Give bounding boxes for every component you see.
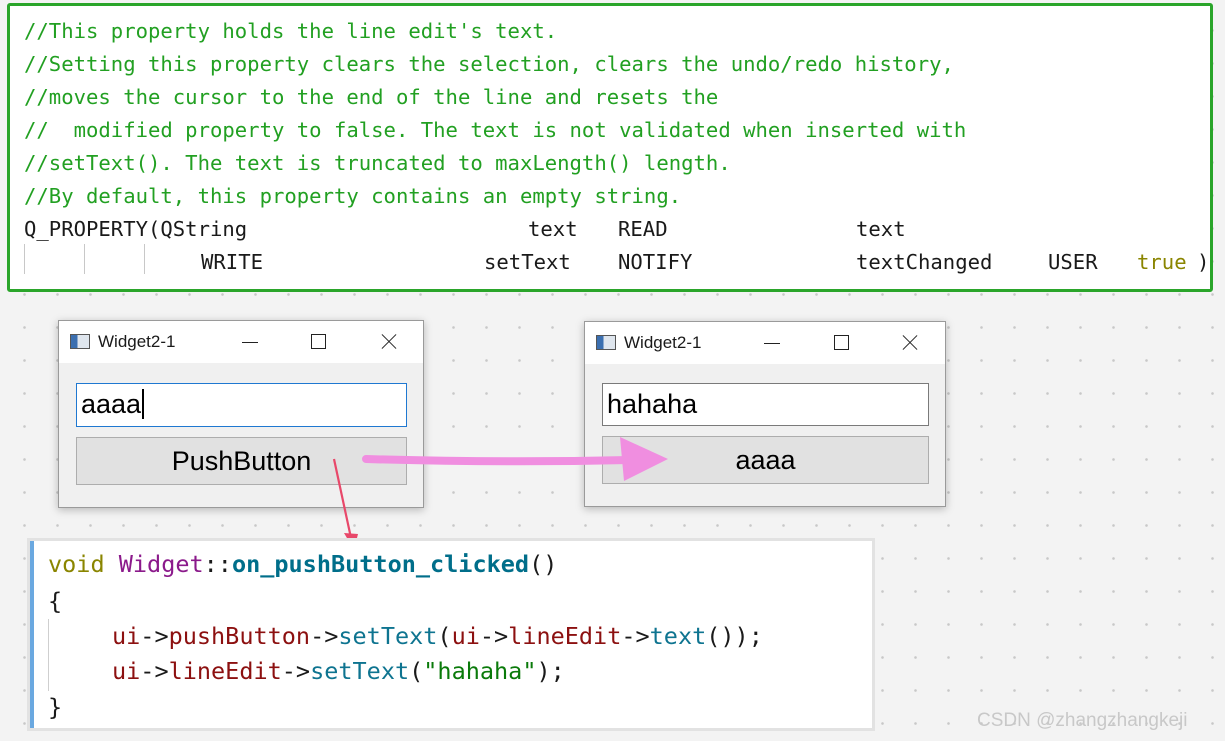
close-brace: } <box>48 693 63 721</box>
slot-code-block: void Widget::on_pushButton_clicked() { u… <box>30 541 872 728</box>
statement-end: ); <box>536 657 565 685</box>
method-settext: setText <box>338 622 438 650</box>
watermark: CSDN @zhangzhangkeji <box>977 710 1188 731</box>
code-line-settext-lineedit: ui->lineEdit->setText("hahaha"); <box>112 653 565 689</box>
code-line-settext-button: ui->pushButton->setText(ui->lineEdit->te… <box>112 618 763 654</box>
void-keyword: void <box>48 550 105 578</box>
ui-pointer: ui <box>112 622 141 650</box>
member-line-edit: lineEdit <box>508 622 622 650</box>
scope-operator: :: <box>203 550 232 578</box>
indent-guide <box>48 619 49 691</box>
member-line-edit: lineEdit <box>168 657 282 685</box>
paren: ( <box>409 657 424 685</box>
arrow-operator: -> <box>310 622 339 650</box>
red-arrow-icon <box>332 458 358 550</box>
arrow-operator: -> <box>140 657 169 685</box>
arrow-operator: -> <box>621 622 650 650</box>
statement-end: ()); <box>706 622 763 650</box>
arrow-operator: -> <box>281 657 311 685</box>
string-literal: "hahaha" <box>423 657 537 685</box>
arrow-operator: -> <box>479 622 509 650</box>
method-text: text <box>649 622 707 650</box>
slot-signature: void Widget::on_pushButton_clicked() <box>48 546 557 582</box>
pink-arrow-icon <box>362 437 668 481</box>
class-name: Widget <box>118 550 204 578</box>
arrow-operator: -> <box>140 622 169 650</box>
method-settext: setText <box>310 657 410 685</box>
ui-pointer: ui <box>112 657 141 685</box>
paren: ( <box>437 622 452 650</box>
slot-method-name: on_pushButton_clicked <box>231 550 530 578</box>
open-brace: { <box>48 587 63 615</box>
ui-pointer: ui <box>451 622 480 650</box>
parens: () <box>529 550 558 578</box>
member-push-button: pushButton <box>168 622 311 650</box>
